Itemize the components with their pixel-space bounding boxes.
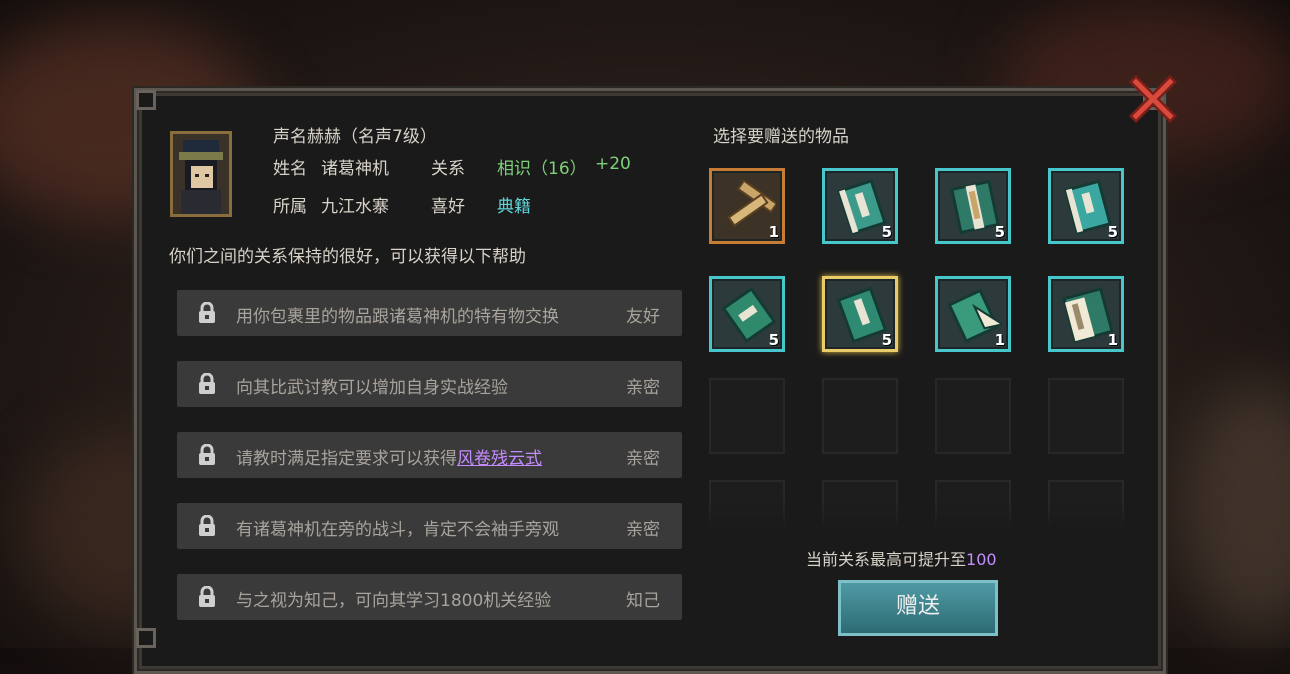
item-count: 5 — [881, 331, 892, 349]
benefit-level: 亲密 — [626, 449, 660, 469]
empty-item-slot[interactable] — [822, 378, 898, 454]
relation-value: 相识（16） — [497, 159, 587, 179]
lock-icon — [199, 373, 215, 394]
item-slot[interactable]: 5 — [935, 168, 1011, 244]
background-blur — [1180, 380, 1290, 640]
item-slot[interactable]: 1 — [709, 168, 785, 244]
empty-item-slot[interactable] — [935, 378, 1011, 454]
benefit-level: 亲密 — [626, 378, 660, 398]
max-relation-text: 当前关系最高可提升至100 — [806, 546, 997, 570]
item-count: 1 — [994, 331, 1005, 349]
npc-avatar — [170, 131, 232, 217]
benefit-level: 友好 — [626, 307, 660, 327]
lock-icon — [199, 302, 215, 323]
item-slot[interactable]: 5 — [1048, 168, 1124, 244]
max-relation-prefix: 当前关系最高可提升至 — [806, 550, 967, 569]
benefit-desc: 有诸葛神机在旁的战斗，肯定不会袖手旁观 — [236, 520, 559, 540]
close-button[interactable] — [1128, 74, 1178, 124]
character-portrait-icon — [173, 134, 229, 214]
name-label: 姓名 — [273, 159, 307, 179]
benefit-desc: 向其比武讨教可以增加自身实战经验 — [236, 378, 508, 398]
benefit-desc: 请教时满足指定要求可以获得风卷残云式 — [236, 444, 542, 469]
benefit-desc: 与之视为知己，可向其学习1800机关经验 — [236, 591, 552, 611]
hobby-label: 喜好 — [431, 197, 465, 217]
gift-title: 选择要赠送的物品 — [713, 127, 849, 147]
benefit-row: 向其比武讨教可以增加自身实战经验 亲密 — [177, 361, 682, 407]
give-button[interactable]: 赠送 — [838, 580, 998, 636]
lock-icon — [199, 586, 215, 607]
item-count: 1 — [1107, 331, 1118, 349]
hobby-value: 典籍 — [497, 197, 531, 217]
benefit-desc: 用你包裹里的物品跟诸葛神机的特有物交换 — [236, 307, 559, 327]
faction-value: 九江水寨 — [321, 197, 389, 217]
benefit-row: 与之视为知己，可向其学习1800机关经验 知己 — [177, 574, 682, 620]
item-slot[interactable]: 1 — [935, 276, 1011, 352]
item-count: 5 — [881, 223, 892, 241]
benefits-intro: 你们之间的关系保持的很好，可以获得以下帮助 — [169, 247, 526, 267]
benefit-desc-prefix: 请教时满足指定要求可以获得 — [236, 449, 457, 469]
item-slot[interactable]: 5 — [822, 168, 898, 244]
benefit-row: 请教时满足指定要求可以获得风卷残云式 亲密 — [177, 432, 682, 478]
relation-bonus: +20 — [595, 154, 631, 174]
empty-item-slot[interactable] — [709, 378, 785, 454]
item-slot-selected[interactable]: 5 — [822, 276, 898, 352]
scroll-fade — [700, 500, 1140, 530]
item-count: 1 — [768, 223, 779, 241]
benefit-level: 亲密 — [626, 520, 660, 540]
close-icon — [1128, 74, 1178, 124]
skill-link[interactable]: 风卷残云式 — [457, 449, 542, 469]
faction-label: 所属 — [273, 197, 307, 217]
item-count: 5 — [1107, 223, 1118, 241]
empty-item-slot[interactable] — [1048, 378, 1124, 454]
item-slot[interactable]: 1 — [1048, 276, 1124, 352]
relation-label: 关系 — [431, 159, 465, 179]
max-relation-value: 100 — [966, 550, 997, 569]
lock-icon — [199, 515, 215, 536]
item-count: 5 — [994, 223, 1005, 241]
benefit-level: 知己 — [626, 591, 660, 611]
panel-corner — [136, 628, 156, 648]
item-slot[interactable]: 5 — [709, 276, 785, 352]
benefit-row: 有诸葛神机在旁的战斗，肯定不会袖手旁观 亲密 — [177, 503, 682, 549]
benefit-row: 用你包裹里的物品跟诸葛神机的特有物交换 友好 — [177, 290, 682, 336]
item-count: 5 — [768, 331, 779, 349]
lock-icon — [199, 444, 215, 465]
name-value: 诸葛神机 — [321, 159, 389, 179]
panel-corner — [136, 90, 156, 110]
reputation-title: 声名赫赫（名声7级） — [273, 127, 437, 147]
